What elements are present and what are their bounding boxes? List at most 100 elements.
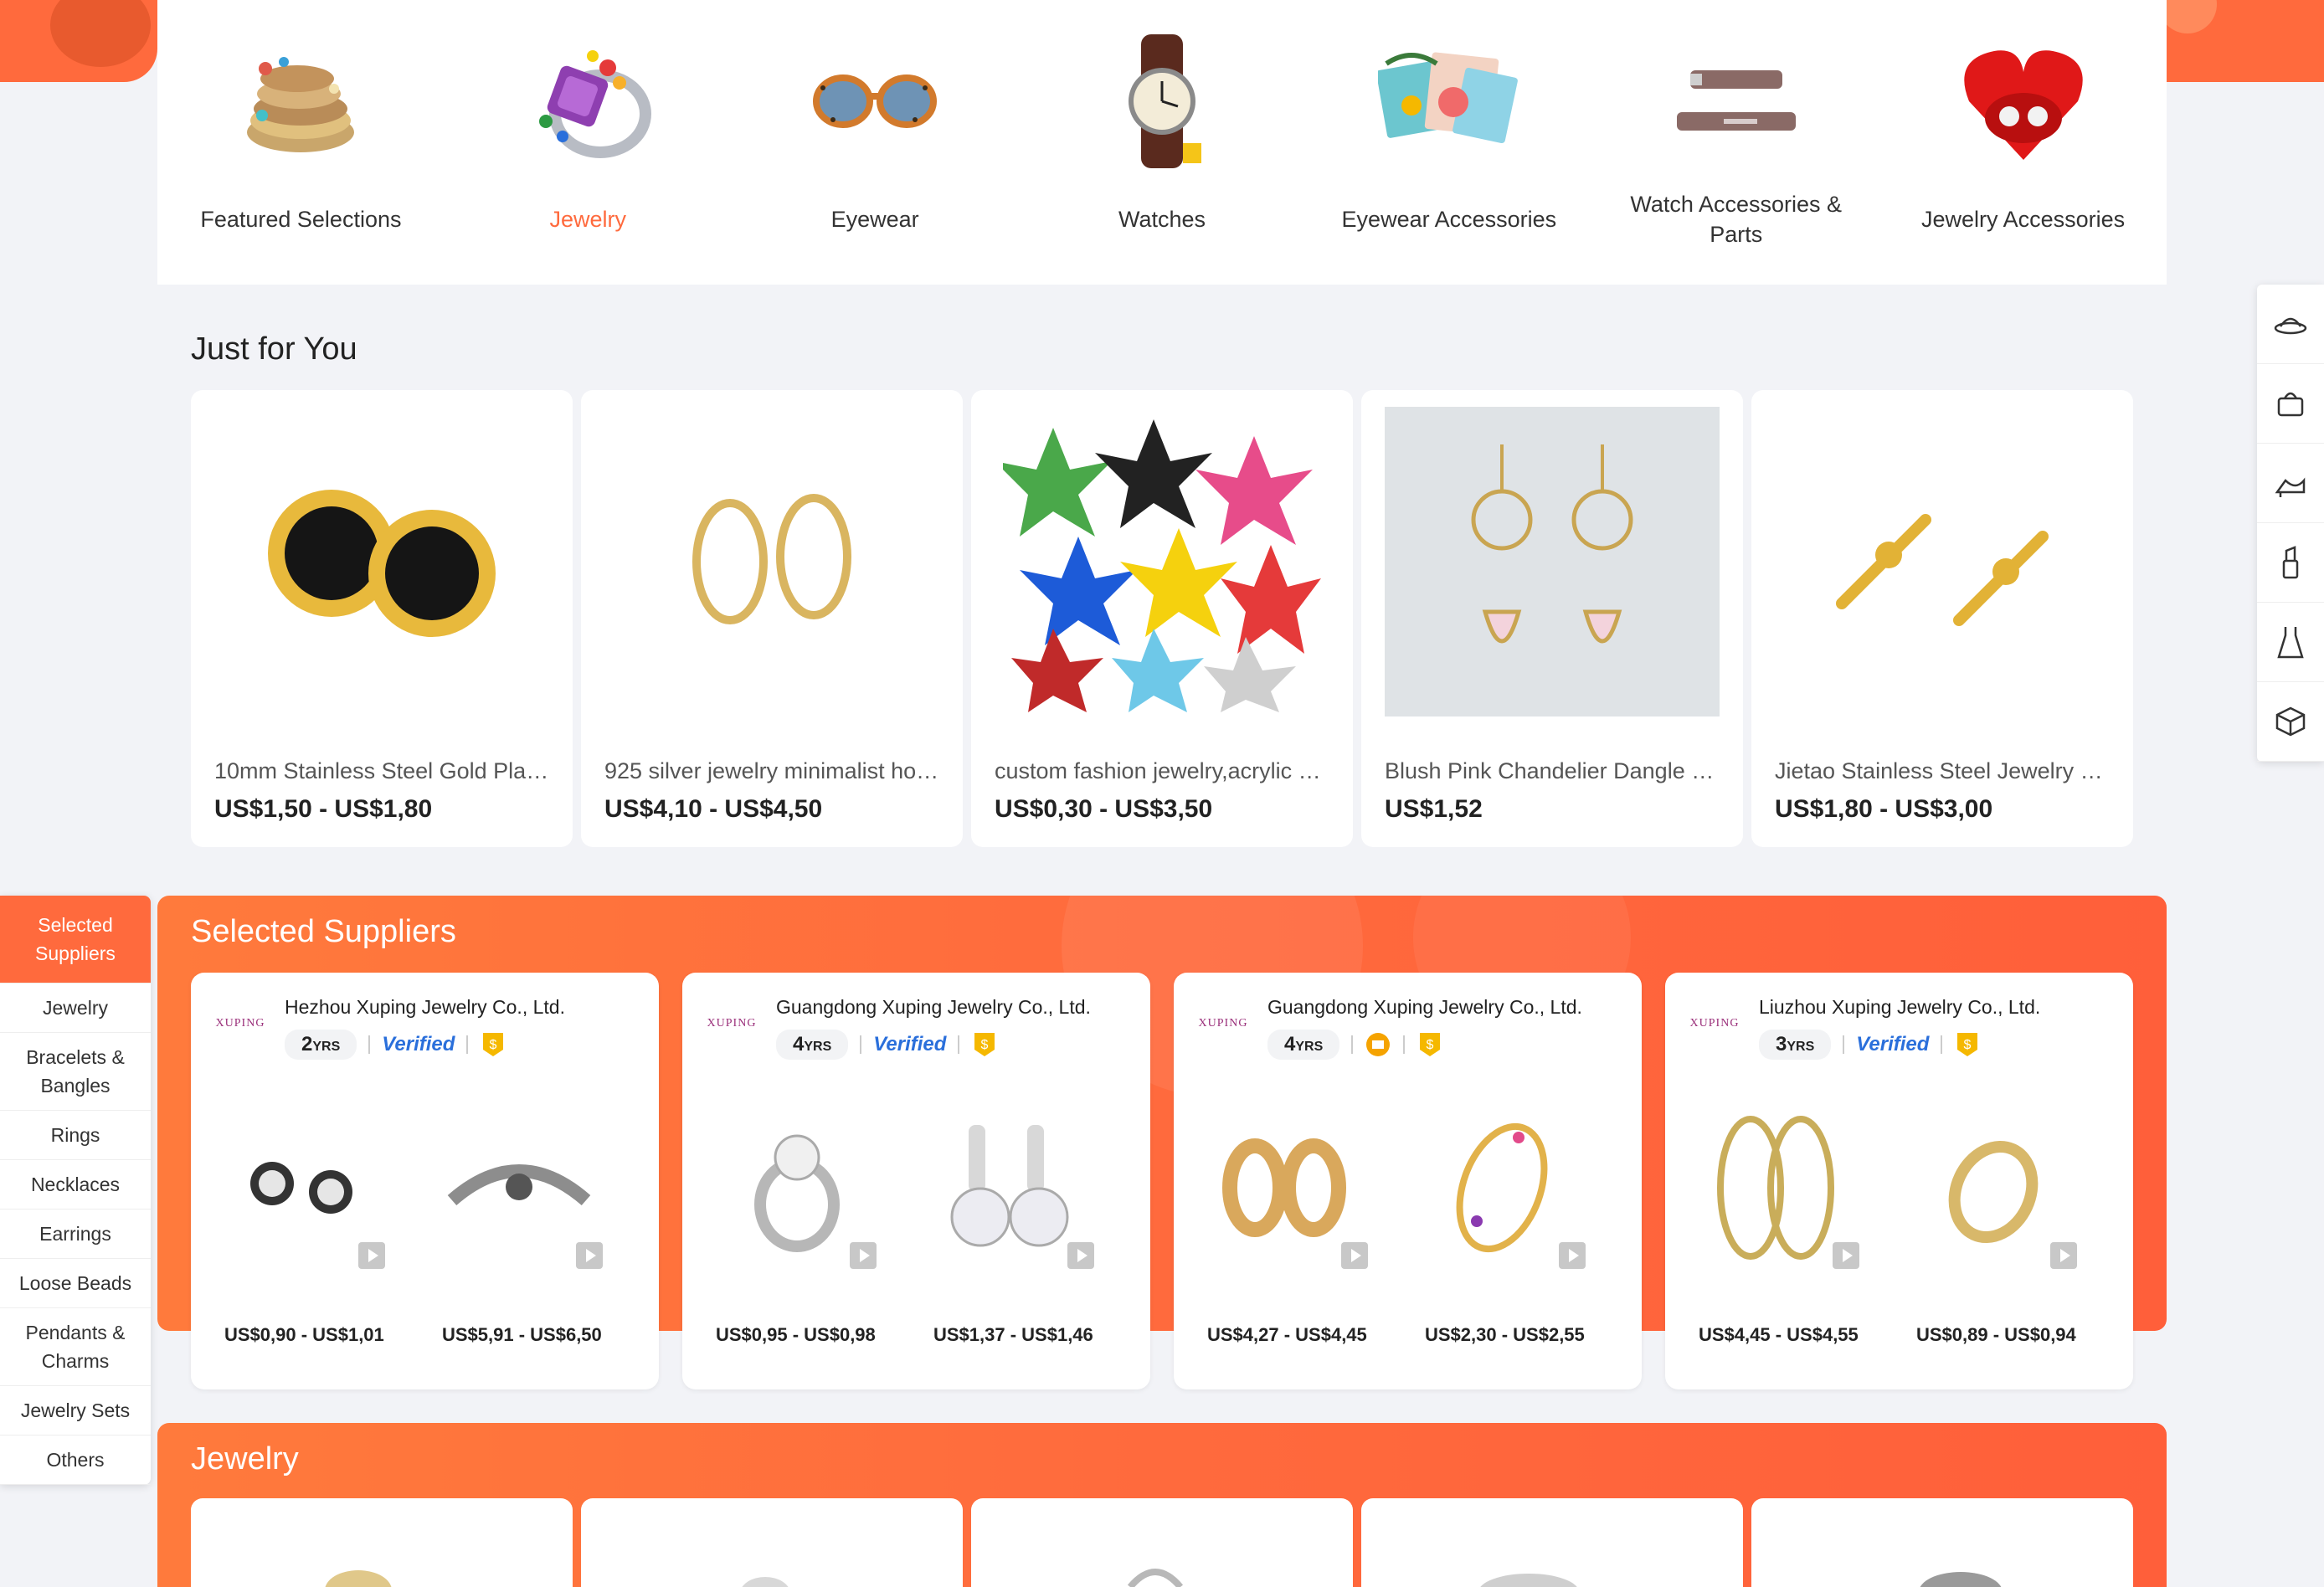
product-name[interactable]: Blush Pink Chandelier Dangle Earrings: [1385, 758, 1720, 784]
box-icon[interactable]: [2257, 682, 2324, 762]
verified-badge: Verified: [873, 1033, 947, 1055]
supplier-card[interactable]: XUPING Guangdong Xuping Jewelry Co., Ltd…: [1174, 973, 1642, 1389]
product-card[interactable]: [1361, 1498, 1743, 1587]
product-image: [1775, 407, 2110, 716]
supplier-card[interactable]: XUPING Hezhou Xuping Jewelry Co., Ltd. 2…: [191, 973, 659, 1389]
product-price: US$1,52: [1385, 795, 1483, 823]
supplier-card[interactable]: XUPING Liuzhou Xuping Jewelry Co., Ltd. …: [1665, 973, 2133, 1389]
supplier-product-price: US$4,27 - US$4,45: [1207, 1324, 1367, 1345]
side-nav-loose-beads[interactable]: Loose Beads: [0, 1259, 151, 1308]
product-card[interactable]: [1751, 1498, 2133, 1587]
video-play-icon[interactable]: [358, 1242, 385, 1269]
watch-accessories-icon: [1665, 30, 1807, 172]
product-image: [214, 407, 549, 716]
category-jewelry-accessories[interactable]: Jewelry Accessories: [1879, 0, 2167, 285]
product-card[interactable]: [581, 1498, 963, 1587]
supplier-meta: 4YRS $: [1267, 1030, 1443, 1060]
hat-icon[interactable]: [2257, 285, 2324, 364]
category-eyewear-accessories[interactable]: Eyewear Accessories: [1305, 0, 1592, 285]
gold-supplier-icon: $: [1420, 1033, 1441, 1056]
watches-icon: [1091, 30, 1233, 172]
category-label: Jewelry Accessories: [1921, 207, 2126, 232]
product-card[interactable]: [191, 1498, 573, 1587]
supplier-product-price: US$5,91 - US$6,50: [442, 1324, 602, 1345]
video-play-icon[interactable]: [1067, 1242, 1094, 1269]
product-image: [1385, 407, 1720, 716]
right-floating-bar: [2257, 285, 2324, 762]
supplier-name[interactable]: Guangdong Xuping Jewelry Co., Ltd.: [1267, 996, 1582, 1019]
video-play-icon[interactable]: [1559, 1242, 1586, 1269]
just-for-you-title: Just for You: [191, 331, 357, 367]
product-price: US$0,30 - US$3,50: [995, 795, 1213, 823]
trade-assurance-icon: [1366, 1033, 1391, 1056]
dress-icon[interactable]: [2257, 603, 2324, 682]
category-jewelry[interactable]: Jewelry: [445, 0, 732, 285]
supplier-product-price: US$0,89 - US$0,94: [1916, 1324, 2076, 1345]
gold-supplier-icon: $: [1957, 1033, 1978, 1056]
side-nav-pendants-charms[interactable]: Pendants & Charms: [0, 1308, 151, 1386]
side-nav-rings[interactable]: Rings: [0, 1111, 151, 1160]
supplier-card[interactable]: XUPING Guangdong Xuping Jewelry Co., Ltd…: [682, 973, 1150, 1389]
supplier-cards: XUPING Hezhou Xuping Jewelry Co., Ltd. 2…: [191, 973, 2133, 1389]
product-card[interactable]: [971, 1498, 1353, 1587]
supplier-product[interactable]: [1192, 1100, 1376, 1276]
category-label: Watch Accessories & Parts: [1630, 192, 1843, 247]
supplier-name[interactable]: Guangdong Xuping Jewelry Co., Ltd.: [776, 996, 1091, 1019]
supplier-product-price: US$4,45 - US$4,55: [1699, 1324, 1859, 1345]
supplier-name[interactable]: Liuzhou Xuping Jewelry Co., Ltd.: [1759, 996, 2040, 1019]
product-price: US$1,50 - US$1,80: [214, 795, 433, 823]
high-heel-icon[interactable]: [2257, 444, 2324, 523]
video-play-icon[interactable]: [2050, 1242, 2077, 1269]
video-play-icon[interactable]: [1341, 1242, 1368, 1269]
side-nav-selected-suppliers[interactable]: Selected Suppliers: [0, 896, 151, 984]
product-card[interactable]: Jietao Stainless Steel Jewelry Knot Earr…: [1751, 390, 2133, 847]
product-price: US$1,80 - US$3,00: [1775, 795, 1993, 823]
product-card[interactable]: 10mm Stainless Steel Gold Plated Roman N…: [191, 390, 573, 847]
supplier-product-price: US$1,37 - US$1,46: [933, 1324, 1093, 1345]
supplier-product[interactable]: [701, 1100, 885, 1276]
supplier-logo: XUPING: [215, 1017, 265, 1030]
side-nav-necklaces[interactable]: Necklaces: [0, 1160, 151, 1210]
supplier-product[interactable]: [918, 1100, 1103, 1276]
supplier-product[interactable]: [427, 1100, 611, 1276]
handbag-icon[interactable]: [2257, 364, 2324, 444]
product-card[interactable]: Blush Pink Chandelier Dangle Earrings US…: [1361, 390, 1743, 847]
product-name[interactable]: 10mm Stainless Steel Gold Plated Roman N…: [214, 758, 549, 784]
product-name[interactable]: 925 silver jewelry minimalist hoop earri…: [604, 758, 939, 784]
supplier-product[interactable]: [1684, 1100, 1868, 1276]
years-badge: 2YRS: [285, 1030, 357, 1060]
supplier-product[interactable]: [209, 1100, 393, 1276]
supplier-meta: 3YRS Verified $: [1759, 1030, 1981, 1060]
video-play-icon[interactable]: [576, 1242, 603, 1269]
verified-badge: Verified: [382, 1033, 455, 1055]
svg-text:$: $: [1427, 1038, 1434, 1052]
product-card[interactable]: 925 silver jewelry minimalist hoop earri…: [581, 390, 963, 847]
side-nav-others[interactable]: Others: [0, 1435, 151, 1485]
supplier-name[interactable]: Hezhou Xuping Jewelry Co., Ltd.: [285, 996, 565, 1019]
just-for-you-list: 10mm Stainless Steel Gold Plated Roman N…: [191, 390, 2133, 847]
supplier-meta: 4YRS Verified $: [776, 1030, 998, 1060]
side-nav-jewelry-sets[interactable]: Jewelry Sets: [0, 1386, 151, 1435]
product-name[interactable]: custom fashion jewelry,acrylic star piec…: [995, 758, 1329, 784]
jewelry-section-title: Jewelry: [191, 1441, 299, 1477]
product-price: US$4,10 - US$4,50: [604, 795, 823, 823]
gold-supplier-icon: $: [483, 1033, 504, 1056]
supplier-logo: XUPING: [1689, 1017, 1740, 1030]
supplier-product[interactable]: [1901, 1100, 2085, 1276]
svg-text:$: $: [981, 1038, 989, 1052]
lipstick-icon[interactable]: [2257, 523, 2324, 603]
product-card[interactable]: custom fashion jewelry,acrylic star piec…: [971, 390, 1353, 847]
video-play-icon[interactable]: [850, 1242, 877, 1269]
video-play-icon[interactable]: [1833, 1242, 1859, 1269]
category-eyewear[interactable]: Eyewear: [732, 0, 1019, 285]
supplier-product[interactable]: [1410, 1100, 1594, 1276]
category-watches[interactable]: Watches: [1019, 0, 1306, 285]
side-nav-bracelets-bangles[interactable]: Bracelets & Bangles: [0, 1033, 151, 1111]
product-image: [995, 407, 1329, 716]
side-nav-jewelry[interactable]: Jewelry: [0, 984, 151, 1033]
side-category-nav: Selected Suppliers Jewelry Bracelets & B…: [0, 896, 151, 1485]
category-watch-accessories[interactable]: Watch Accessories & Parts: [1592, 0, 1879, 285]
product-name[interactable]: Jietao Stainless Steel Jewelry Knot Earr…: [1775, 758, 2110, 784]
category-featured-selections[interactable]: Featured Selections: [157, 0, 445, 285]
side-nav-earrings[interactable]: Earrings: [0, 1210, 151, 1259]
